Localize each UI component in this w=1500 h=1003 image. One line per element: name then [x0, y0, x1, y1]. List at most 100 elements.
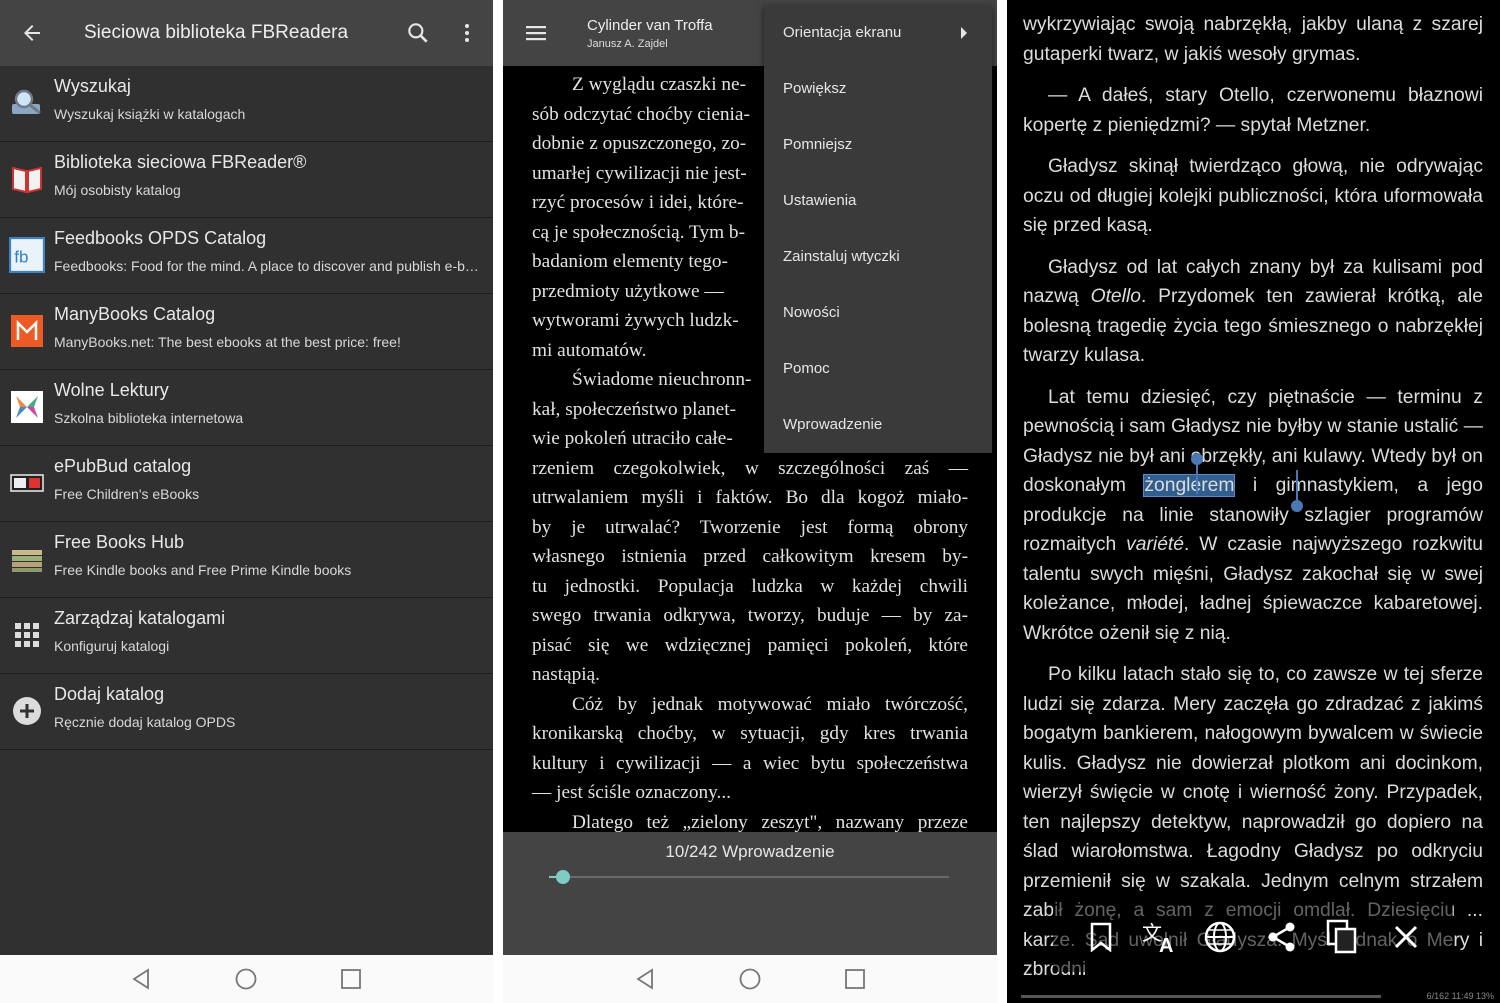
menu-item-settings[interactable]: Ustawienia — [764, 173, 992, 229]
paragraph: Gładysz od lat całych znany był za kulis… — [1023, 253, 1483, 371]
navigation-panel: 10/242 Wprowadzenie — [503, 832, 997, 955]
text-line: — jest ściśle oznaczony... — [532, 782, 731, 803]
catalog-item-subtitle: Free Children's eBooks — [54, 486, 200, 502]
nav-back-icon[interactable] — [634, 968, 656, 990]
svg-text:fb: fb — [14, 247, 28, 266]
bookmark-icon[interactable] — [1087, 922, 1115, 952]
close-icon[interactable] — [1393, 924, 1419, 950]
red-book-icon — [12, 166, 42, 194]
manybooks-logo-icon — [11, 315, 43, 347]
book-text[interactable]: wykrzywiając swoją nabrzękłą, jakby ulan… — [1023, 10, 1483, 997]
selection-handle-right[interactable] — [1290, 470, 1304, 514]
reader-menu-screen: Z wyglądu czaszki ne- sób odczytać choćb… — [503, 0, 997, 1003]
nav-home-icon[interactable] — [739, 968, 761, 990]
catalog-item-subtitle: Wyszukaj książki w katalogach — [54, 106, 246, 122]
svg-text:A: A — [1159, 935, 1173, 954]
slider-thumb — [556, 870, 570, 884]
text-line: by je utrwalać? Tworzenie jest formą obr… — [532, 516, 968, 538]
status-text: 6/162 11:49 13% — [1426, 991, 1494, 1001]
add-circle-icon — [13, 697, 41, 725]
text-line: kultury i cywilizacji — a wiec bytu społ… — [532, 752, 968, 774]
catalog-item-subtitle: ManyBooks.net: The best ebooks at the be… — [54, 334, 401, 350]
catalog-item-feedbooks[interactable]: fb Feedbooks OPDS Catalog Feedbooks: Foo… — [0, 218, 493, 294]
menu-item-introduction[interactable]: Wprowadzenie — [764, 397, 992, 453]
book-title: Cylinder van Troffa — [587, 17, 713, 34]
catalog-item-title: ManyBooks Catalog — [54, 304, 216, 324]
system-nav-bar — [0, 955, 493, 1003]
globe-icon[interactable] — [1203, 920, 1237, 954]
catalog-list: Wyszukaj Wyszukaj książki w katalogach B… — [0, 66, 493, 750]
book-stack-icon — [12, 550, 42, 572]
epubbud-logo-icon — [10, 474, 44, 492]
paragraph: Gładysz skinął twierdząco głową, nie odr… — [1023, 156, 1483, 236]
back-arrow-icon[interactable] — [20, 21, 44, 45]
paragraph: wykrzywiając swoją nabrzękłą, jakby ulan… — [1023, 14, 1483, 65]
text-line: tu jednostki. Populacja ludzka w każdej … — [532, 575, 968, 597]
grid-icon — [15, 623, 39, 647]
menu-item-zoom-out[interactable]: Pomniejsz — [764, 117, 992, 173]
catalog-item-epubbud[interactable]: ePubBud catalog Free Children's eBooks — [0, 446, 493, 522]
catalog-item-fbreader-library[interactable]: Biblioteka sieciowa FBReader® Mój osobis… — [0, 142, 493, 218]
selection-handle-left[interactable] — [1190, 452, 1204, 494]
progress-track — [1021, 995, 1381, 998]
catalog-item-subtitle: Mój osobisty katalog — [54, 182, 181, 198]
page-slider[interactable] — [543, 866, 957, 888]
reader-selection-screen: wykrzywiając swoją nabrzękłą, jakby ulan… — [1007, 0, 1500, 1003]
feedbooks-logo-icon: fb — [9, 237, 45, 273]
catalog-item-subtitle: Ręcznie dodaj katalog OPDS — [54, 714, 236, 730]
menu-item-zoom-in[interactable]: Powiększ — [764, 61, 992, 117]
menu-item-install-plugins[interactable]: Zainstaluj wtyczki — [764, 229, 992, 285]
catalog-item-title: Wyszukaj — [54, 76, 131, 96]
nav-back-icon[interactable] — [130, 968, 152, 990]
network-library-screen: Sieciowa biblioteka FBReadera Wyszukaj W… — [0, 0, 493, 1003]
catalog-item-search[interactable]: Wyszukaj Wyszukaj książki w katalogach — [0, 66, 493, 142]
book-author: Janusz A. Zajdel — [587, 38, 668, 50]
text-line: własnego istnienia przed całkowitym kres… — [532, 546, 968, 567]
text-line: swego trwania odkrywa, tworzy, buduje — … — [532, 605, 968, 626]
translate-icon[interactable]: 文A — [1141, 920, 1179, 954]
hamburger-menu-icon[interactable] — [524, 21, 548, 45]
catalog-item-subtitle: Free Kindle books and Free Prime Kindle … — [54, 562, 352, 578]
menu-item-screen-orientation[interactable]: Orientacja ekranu — [764, 5, 992, 61]
menu-item-whats-new[interactable]: Nowości — [764, 285, 992, 341]
overflow-menu: Orientacja ekranu Powiększ Pomniejsz Ust… — [764, 5, 992, 453]
wolne-lektury-logo-icon — [11, 391, 43, 423]
catalog-item-manybooks[interactable]: ManyBooks Catalog ManyBooks.net: The bes… — [0, 294, 493, 370]
catalog-item-title: Zarządzaj katalogami — [54, 608, 226, 628]
more-vert-icon[interactable] — [455, 21, 479, 45]
italic-run: variété — [1126, 534, 1185, 555]
submenu-arrow-icon — [961, 27, 967, 39]
catalog-item-title: ePubBud catalog — [54, 456, 192, 476]
text-line: pisać się we wdzięcznej pamięci pokoleń,… — [532, 634, 968, 656]
catalog-item-title: Wolne Lektury — [54, 380, 169, 400]
magnifier-book-icon — [12, 89, 41, 115]
nav-recents-icon[interactable] — [340, 968, 362, 990]
app-bar: Sieciowa biblioteka FBReadera — [0, 0, 493, 66]
text-line: Cóż by jednak motywować miało twórczość, — [572, 693, 968, 715]
menu-item-label: Orientacja ekranu — [783, 24, 902, 41]
catalog-item-manage-catalogs[interactable]: Zarządzaj katalogami Konfiguruj katalogi — [0, 598, 493, 674]
catalog-item-subtitle: Feedbooks: Food for the mind. A place to… — [54, 258, 479, 274]
text-line: utrwalaniem myśli i faktów. Bo dla kogoż… — [532, 487, 968, 508]
catalog-item-title: Feedbooks OPDS Catalog — [54, 228, 267, 248]
screen-title: Sieciowa biblioteka FBReadera — [84, 22, 349, 43]
catalog-item-subtitle: Konfiguruj katalogi — [54, 638, 170, 654]
paragraph: — A dałeś, stary Otello, czerwonemu błaz… — [1023, 85, 1483, 136]
selection-toolbar: 文A — [1053, 902, 1453, 972]
catalog-item-free-books-hub[interactable]: Free Books Hub Free Kindle books and Fre… — [0, 522, 493, 598]
text-line: nastąpią. — [532, 664, 600, 685]
menu-item-help[interactable]: Pomoc — [764, 341, 992, 397]
copy-icon[interactable] — [1326, 919, 1358, 955]
nav-recents-icon[interactable] — [844, 968, 866, 990]
catalog-item-add-catalog[interactable]: Dodaj katalog Ręcznie dodaj katalog OPDS — [0, 674, 493, 750]
reader-status-line: 6/162 11:49 13% — [1007, 991, 1500, 1003]
page-indicator: 10/242 Wprowadzenie — [665, 842, 835, 861]
share-icon[interactable] — [1266, 921, 1298, 953]
search-icon[interactable] — [405, 20, 431, 46]
text-line: kronikarską choćby, w sytuacji, gdy kres… — [532, 723, 968, 744]
catalog-item-title: Biblioteka sieciowa FBReader® — [54, 152, 307, 172]
catalog-item-subtitle: Szkolna biblioteka internetowa — [54, 410, 244, 426]
nav-home-icon[interactable] — [235, 968, 257, 990]
catalog-item-wolne-lektury[interactable]: Wolne Lektury Szkolna biblioteka interne… — [0, 370, 493, 446]
system-nav-bar — [503, 955, 997, 1003]
